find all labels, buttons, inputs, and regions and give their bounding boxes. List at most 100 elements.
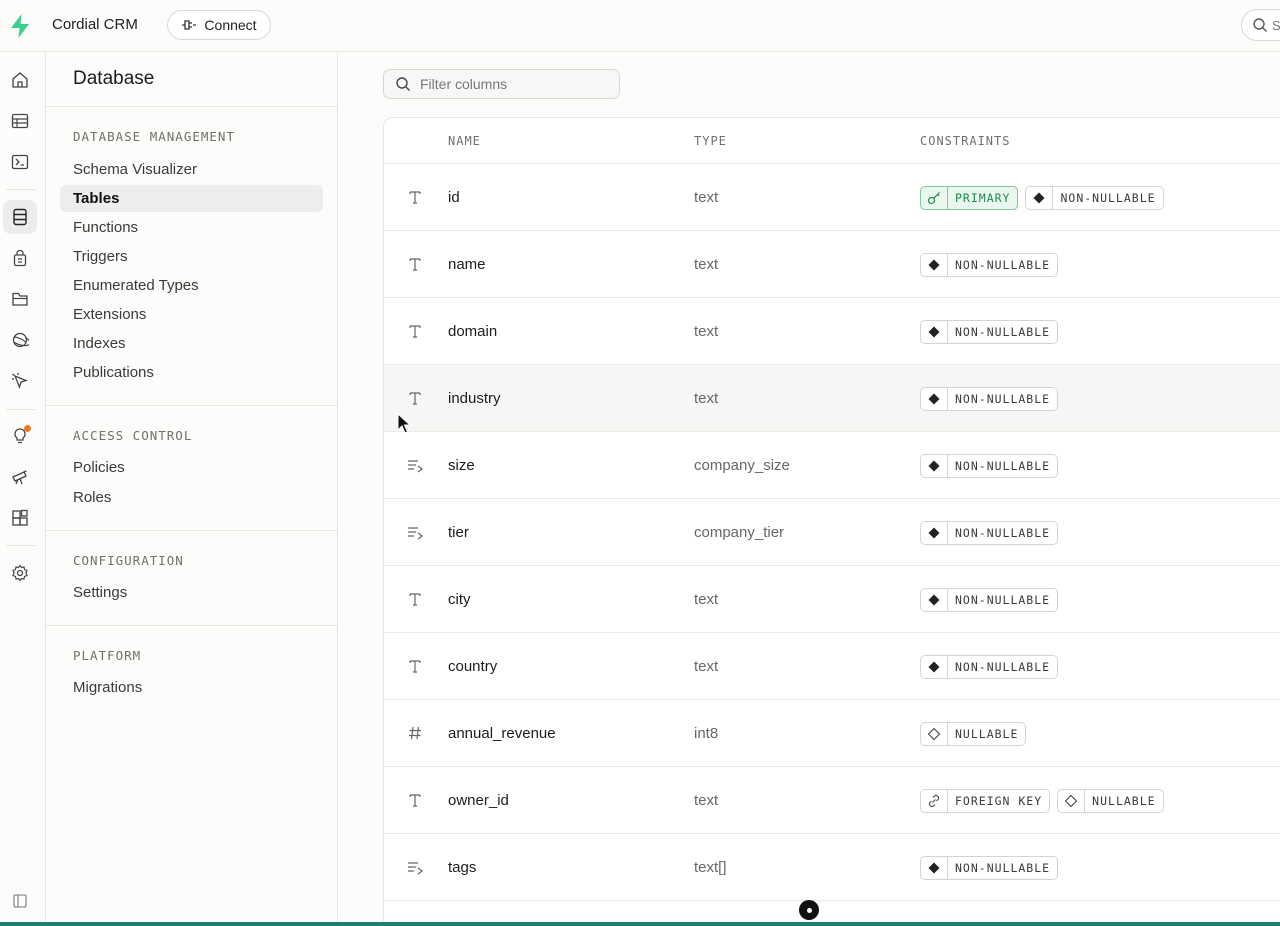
table-row[interactable]: tags text[] NON-NULLABLE	[384, 834, 1280, 901]
diamond-filled-icon	[927, 455, 948, 477]
section-heading-access-control: ACCESS CONTROL	[73, 428, 193, 443]
table-row[interactable]: id text PRIMARY NON-NULLABLE	[384, 164, 1280, 231]
table-row[interactable]: city text NON-NULLABLE	[384, 566, 1280, 633]
constraint-label: NON-NULLABLE	[1060, 191, 1156, 205]
text-type-icon	[406, 188, 424, 206]
table-row[interactable]: annual_revenue int8 NULLABLE	[384, 700, 1280, 767]
column-name: id	[448, 189, 460, 206]
text-type-icon	[406, 791, 424, 809]
columns-table: NAME TYPE CONSTRAINTS id text PRIMARY NON-N…	[383, 117, 1280, 926]
sidebar-item-triggers[interactable]: Triggers	[60, 243, 323, 270]
column-type: company_tier	[694, 524, 785, 541]
column-name: domain	[448, 323, 498, 340]
search-icon	[396, 77, 410, 91]
column-header-type: TYPE	[694, 134, 727, 148]
column-name: annual_revenue	[448, 725, 556, 742]
realtime-icon	[12, 332, 29, 348]
constraints: NON-NULLABLE	[920, 387, 1059, 411]
rail-advisors[interactable]	[3, 419, 37, 453]
app-logo-icon[interactable]	[8, 13, 32, 39]
table-row[interactable]: domain text NON-NULLABLE	[384, 298, 1280, 365]
rail-edge-functions[interactable]	[3, 364, 37, 398]
sidebar-item-enumerated-types[interactable]: Enumerated Types	[60, 272, 323, 299]
top-bar: Cordial CRM Connect S	[0, 0, 1280, 52]
number-type-icon	[406, 724, 424, 742]
table-row[interactable]: tier company_tier NON-NULLABLE	[384, 499, 1280, 566]
rail-auth[interactable]	[3, 241, 37, 275]
database-icon	[13, 208, 27, 226]
sidebar-item-migrations[interactable]: Migrations	[60, 674, 323, 701]
constraint-label: FOREIGN KEY	[955, 794, 1043, 808]
section-heading-configuration: CONFIGURATION	[73, 553, 184, 568]
constraint-label: NON-NULLABLE	[955, 459, 1051, 473]
observability-icon	[12, 470, 27, 485]
constraint-label: NON-NULLABLE	[955, 593, 1051, 607]
table-row[interactable]: industry text NON-NULLABLE	[384, 365, 1280, 432]
diamond-filled-icon	[927, 857, 948, 879]
column-header-constraints: CONSTRAINTS	[920, 134, 1011, 148]
connect-button[interactable]: Connect	[167, 10, 271, 40]
home-icon	[12, 72, 28, 88]
table-row[interactable]: size company_size NON-NULLABLE	[384, 432, 1280, 499]
rail-database[interactable]	[3, 200, 37, 234]
rail-integrations[interactable]	[3, 501, 37, 535]
diamond-filled-icon	[927, 522, 948, 544]
table-header: NAME TYPE CONSTRAINTS	[384, 118, 1280, 164]
column-name: tier	[448, 524, 469, 541]
table-row[interactable]: name text NON-NULLABLE	[384, 231, 1280, 298]
constraint-badge-non-nullable: NON-NULLABLE	[920, 253, 1059, 277]
project-name[interactable]: Cordial CRM	[52, 16, 138, 33]
table-row[interactable]: country text NON-NULLABLE	[384, 633, 1280, 700]
section-heading-platform: PLATFORM	[73, 648, 142, 663]
text-type-icon	[406, 389, 424, 407]
bottom-accent-bar	[0, 922, 1280, 926]
rail-settings[interactable]	[3, 556, 37, 590]
column-name: industry	[448, 390, 501, 407]
sidebar-item-roles[interactable]: Roles	[60, 484, 323, 511]
constraint-label: NON-NULLABLE	[955, 660, 1051, 674]
sidebar-item-schema-visualizer[interactable]: Schema Visualizer	[60, 156, 323, 183]
rail-sql-editor[interactable]	[3, 145, 37, 179]
sidebar-item-policies[interactable]: Policies	[60, 454, 323, 481]
column-name: tags	[448, 859, 477, 876]
text-type-icon	[406, 657, 424, 675]
filter-columns-input[interactable]	[420, 76, 610, 92]
constraints: NON-NULLABLE	[920, 454, 1059, 478]
constraint-label: NULLABLE	[955, 727, 1019, 741]
enum-type-icon	[406, 456, 424, 474]
text-type-icon	[406, 322, 424, 340]
column-type: text	[694, 189, 719, 206]
constraints: NULLABLE	[920, 722, 1027, 746]
recording-indicator[interactable]	[799, 900, 819, 920]
link-icon	[927, 790, 948, 812]
sidebar-item-publications[interactable]: Publications	[60, 359, 323, 386]
plug-icon	[182, 20, 197, 30]
diamond-outline-icon	[927, 723, 948, 745]
filter-columns-field[interactable]	[383, 69, 620, 99]
sidebar-item-functions[interactable]: Functions	[60, 214, 323, 241]
rail-home[interactable]	[3, 63, 37, 97]
table-row[interactable]: owner_id text FOREIGN KEY NULLABLE	[384, 767, 1280, 834]
rail-table-editor[interactable]	[3, 104, 37, 138]
constraints: NON-NULLABLE	[920, 521, 1059, 545]
rail-collapse[interactable]	[3, 884, 37, 918]
integrations-icon	[12, 509, 28, 526]
sidebar-item-indexes[interactable]: Indexes	[60, 330, 323, 357]
rail-observability[interactable]	[3, 460, 37, 494]
constraints: NON-NULLABLE	[920, 655, 1059, 679]
sidebar-item-settings[interactable]: Settings	[60, 579, 323, 606]
column-name: owner_id	[448, 792, 509, 809]
column-name: size	[448, 457, 475, 474]
global-search-placeholder: S	[1272, 17, 1280, 33]
constraint-label: NON-NULLABLE	[955, 861, 1051, 875]
sidebar-item-extensions[interactable]: Extensions	[60, 301, 323, 328]
constraint-label: NON-NULLABLE	[955, 258, 1051, 272]
global-search-button[interactable]: S	[1241, 9, 1280, 41]
diamond-filled-icon	[1032, 187, 1054, 209]
rail-realtime[interactable]	[3, 323, 37, 357]
column-name: city	[448, 591, 471, 608]
constraint-label: NON-NULLABLE	[955, 325, 1051, 339]
sidebar-item-tables[interactable]: Tables	[60, 185, 323, 212]
column-type: text[]	[694, 859, 727, 876]
rail-storage[interactable]	[3, 282, 37, 316]
